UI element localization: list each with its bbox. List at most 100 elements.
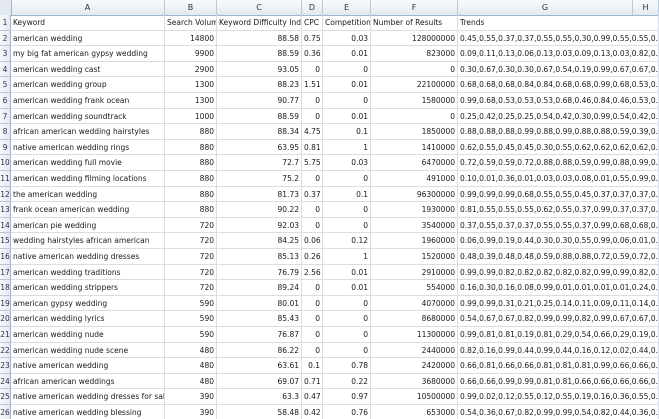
table-cell[interactable]: 720 (165, 217, 217, 234)
row-number[interactable]: 11 (0, 171, 11, 187)
header-cell[interactable]: CPC (302, 15, 323, 31)
table-cell[interactable]: native american wedding dresses for sale (11, 389, 165, 405)
table-cell[interactable]: 0.37 (302, 186, 323, 203)
table-cell[interactable]: 90.77 (217, 93, 302, 109)
table-cell[interactable]: 0.37,0.55,0.37,0.37,0.55,0.55,0.37,0.99,… (458, 217, 659, 234)
table-cell[interactable]: 8680000 (371, 311, 458, 327)
row-number[interactable]: 7 (0, 108, 11, 125)
column-header-b[interactable]: B (165, 0, 217, 15)
table-cell[interactable]: 0 (323, 93, 371, 109)
header-cell[interactable]: Keyword Difficulty Index (217, 15, 302, 31)
table-cell[interactable]: 11300000 (371, 327, 458, 343)
table-cell[interactable]: 0.82,0.16,0.99,0.44,0.99,0.44,0.16,0.12,… (458, 342, 659, 359)
table-cell[interactable]: american wedding traditions (11, 264, 165, 281)
table-cell[interactable]: 0.81 (302, 139, 323, 156)
table-cell[interactable]: 0 (323, 217, 371, 234)
table-cell[interactable]: 590 (165, 311, 217, 327)
table-cell[interactable]: 1850000 (371, 124, 458, 140)
table-cell[interactable]: 0.78 (323, 358, 371, 374)
table-cell[interactable]: 0 (323, 202, 371, 218)
table-cell[interactable]: 0.22 (323, 373, 371, 390)
table-cell[interactable]: 1300 (165, 77, 217, 93)
table-cell[interactable]: 1410000 (371, 139, 458, 156)
table-cell[interactable]: 0 (302, 202, 323, 218)
row-number[interactable]: 19 (0, 295, 11, 312)
table-cell[interactable]: 72.7 (217, 155, 302, 171)
empty-cell[interactable] (633, 249, 659, 265)
table-cell[interactable]: 0.06,0.99,0.19,0.44,0.30,0.30,0.55,0.99,… (458, 233, 659, 249)
table-cell[interactable]: 2910000 (371, 264, 458, 281)
table-cell[interactable]: 3680000 (371, 373, 458, 390)
table-cell[interactable]: 6470000 (371, 155, 458, 171)
table-cell[interactable]: 86.22 (217, 342, 302, 359)
empty-cell[interactable] (633, 202, 659, 218)
table-cell[interactable]: 88.59 (217, 46, 302, 62)
table-cell[interactable]: 80.01 (217, 295, 302, 312)
table-cell[interactable]: 63.61 (217, 358, 302, 374)
table-cell[interactable]: 0.12 (323, 233, 371, 249)
row-number[interactable]: 25 (0, 389, 11, 405)
table-cell[interactable]: 85.43 (217, 311, 302, 327)
empty-cell[interactable] (633, 171, 659, 187)
table-cell[interactable]: 880 (165, 171, 217, 187)
table-cell[interactable]: 491000 (371, 171, 458, 187)
table-cell[interactable]: 89.24 (217, 280, 302, 296)
table-cell[interactable]: 0.03 (323, 155, 371, 171)
table-cell[interactable]: 390 (165, 389, 217, 405)
table-cell[interactable]: 0 (302, 61, 323, 78)
table-cell[interactable]: 480 (165, 342, 217, 359)
table-cell[interactable]: 653000 (371, 405, 458, 419)
table-cell[interactable]: 590 (165, 327, 217, 343)
table-cell[interactable]: 14800 (165, 30, 217, 47)
table-cell[interactable]: 128000000 (371, 30, 458, 47)
column-header-f[interactable]: F (371, 0, 458, 15)
table-cell[interactable]: 0 (302, 342, 323, 359)
header-cell[interactable]: Keyword (11, 15, 165, 31)
table-cell[interactable]: 69.07 (217, 373, 302, 390)
table-cell[interactable]: native american wedding (11, 358, 165, 374)
table-cell[interactable]: 88.23 (217, 77, 302, 93)
table-cell[interactable]: 1000 (165, 108, 217, 125)
empty-cell[interactable] (633, 311, 659, 327)
row-number[interactable]: 1 (0, 15, 11, 31)
table-cell[interactable]: 0.62,0.55,0.45,0.45,0.30,0.55,0.62,0.62,… (458, 139, 659, 156)
table-cell[interactable]: 0.66,0.81,0.66,0.66,0.81,0.81,0.81,0.99,… (458, 358, 659, 374)
table-cell[interactable]: american wedding strippers (11, 280, 165, 296)
row-number[interactable]: 9 (0, 139, 11, 156)
row-number[interactable]: 18 (0, 280, 11, 296)
table-cell[interactable]: american wedding filming locations (11, 171, 165, 187)
table-cell[interactable]: 720 (165, 280, 217, 296)
table-cell[interactable]: 554000 (371, 280, 458, 296)
table-cell[interactable]: 0 (302, 217, 323, 234)
table-cell[interactable]: 0.45,0.55,0.37,0.37,0.55,0.55,0.30,0.99,… (458, 30, 659, 47)
table-cell[interactable]: 0.54,0.67,0.67,0.82,0.99,0.99,0.82,0.99,… (458, 311, 659, 327)
table-cell[interactable]: 0.68,0.68,0.68,0.84,0.84,0.68,0.68,0.99,… (458, 77, 659, 93)
empty-cell[interactable] (633, 61, 659, 78)
empty-cell[interactable] (633, 327, 659, 343)
table-cell[interactable]: american wedding full movie (11, 155, 165, 171)
empty-cell[interactable] (633, 93, 659, 109)
table-cell[interactable]: 0.01 (323, 46, 371, 62)
table-cell[interactable]: 0 (371, 61, 458, 78)
table-cell[interactable]: 0 (302, 295, 323, 312)
table-cell[interactable]: 0 (323, 171, 371, 187)
table-cell[interactable]: 76.79 (217, 264, 302, 281)
table-cell[interactable]: 85.13 (217, 249, 302, 265)
empty-cell[interactable] (633, 186, 659, 203)
table-cell[interactable]: 0.30,0.67,0.30,0.30,0.67,0.54,0.19,0.99,… (458, 61, 659, 78)
table-cell[interactable]: american wedding nude scene (11, 342, 165, 359)
table-cell[interactable]: 4.75 (302, 124, 323, 140)
table-cell[interactable]: 0.42 (302, 405, 323, 419)
empty-cell[interactable] (633, 280, 659, 296)
table-cell[interactable]: 1960000 (371, 233, 458, 249)
table-cell[interactable]: 0.25,0.42,0.25,0.25,0.54,0.42,0.30,0.99,… (458, 108, 659, 125)
row-number[interactable]: 2 (0, 30, 11, 47)
table-cell[interactable]: 0 (302, 311, 323, 327)
empty-cell[interactable] (633, 358, 659, 374)
table-cell[interactable]: 0.01 (323, 280, 371, 296)
table-cell[interactable]: 0.81,0.55,0.55,0.55,0.62,0.55,0.37,0.99,… (458, 202, 659, 218)
table-cell[interactable]: 0 (302, 327, 323, 343)
table-cell[interactable]: 823000 (371, 46, 458, 62)
table-cell[interactable]: 0.99,0.99,0.99,0.68,0.55,0.55,0.45,0.37,… (458, 186, 659, 203)
empty-cell[interactable] (633, 405, 659, 419)
